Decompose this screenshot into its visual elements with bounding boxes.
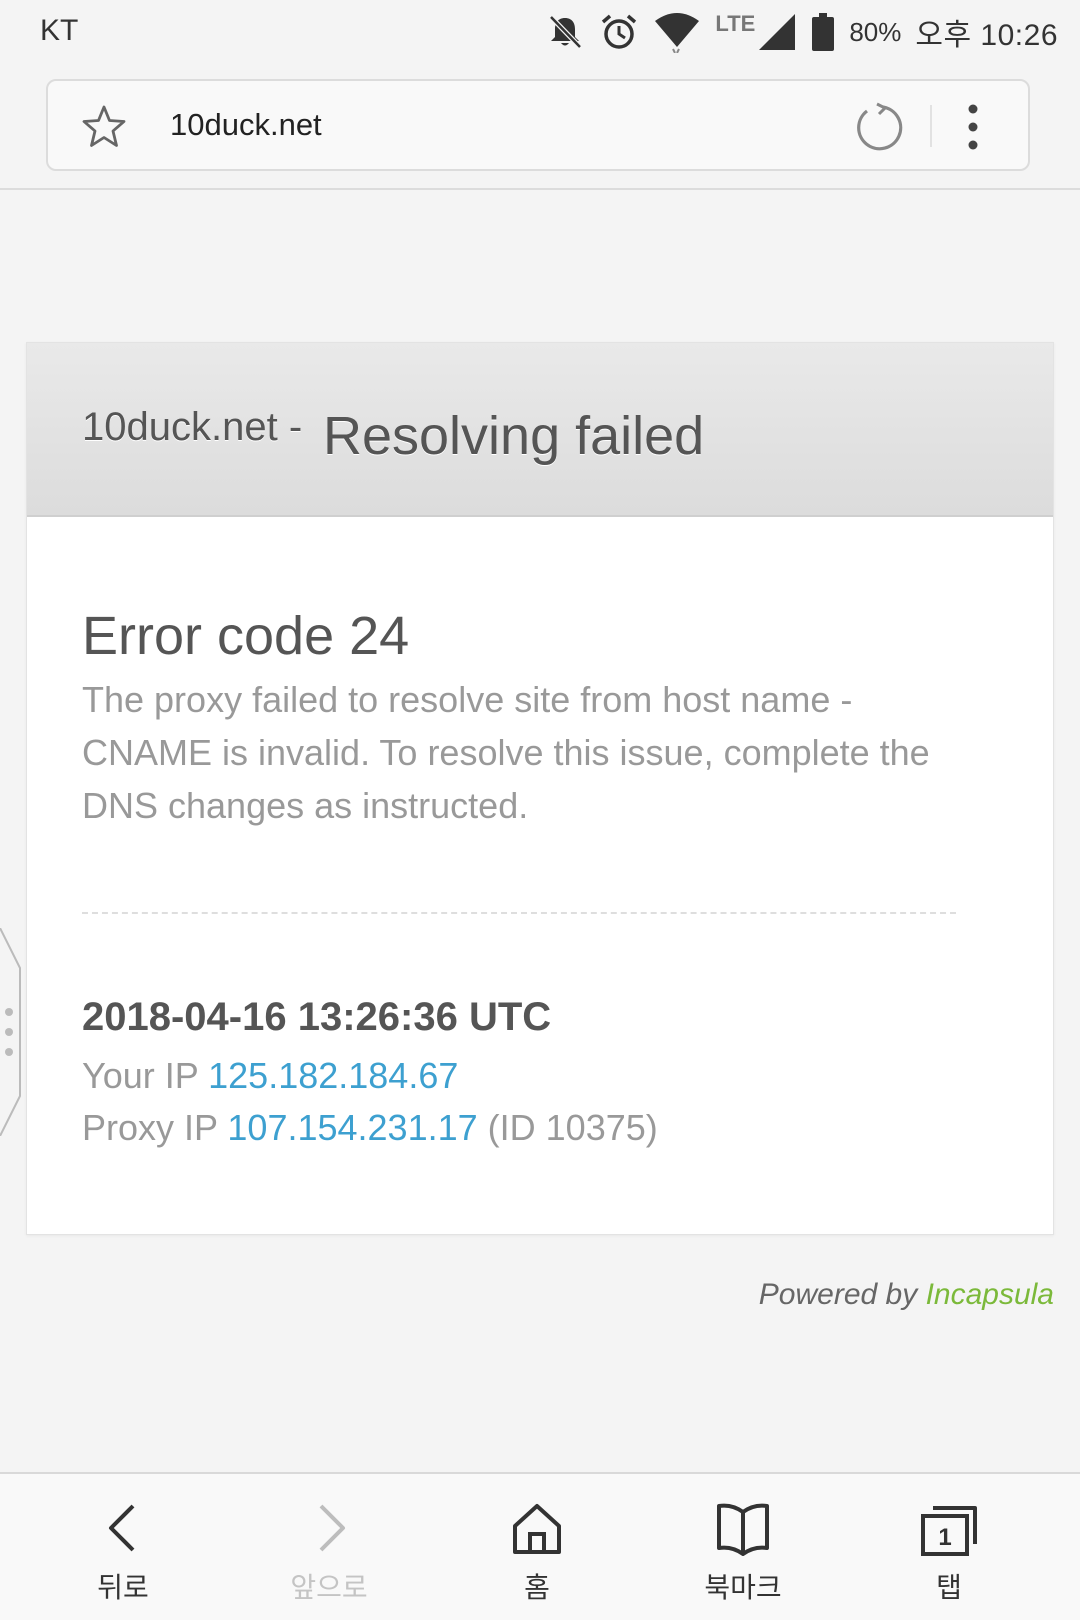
edge-panel-handle[interactable] (0, 927, 24, 1137)
network-type: LTE (715, 11, 756, 36)
page-title: Resolving failed (323, 406, 705, 466)
powered-by: Powered by Incapsula (759, 1278, 1054, 1312)
bookmarks-label: 북마크 (704, 1572, 782, 1603)
incapsula-link[interactable]: Incapsula (926, 1278, 1054, 1311)
forward-label: 앞으로 (290, 1572, 368, 1603)
error-description: The proxy failed to resolve site from ho… (82, 679, 930, 826)
powered-by-prefix: Powered by (758, 1278, 918, 1311)
battery-percent: 80% (849, 16, 902, 47)
your-ip-label: Your IP (82, 1055, 199, 1096)
book-icon (713, 1498, 773, 1558)
bell-muted-icon (545, 12, 585, 52)
proxy-id: (ID 10375) (487, 1107, 658, 1148)
home-button[interactable]: 홈 (434, 1474, 640, 1620)
home-icon (507, 1498, 567, 1558)
chevron-left-icon (93, 1498, 153, 1558)
bottom-navigation: 뒤로 앞으로 홈 북마크 1 탭 (0, 1472, 1080, 1620)
proxy-ip-label: Proxy IP (82, 1107, 218, 1148)
chevron-right-icon (299, 1498, 359, 1558)
status-bar: KT LTE 80% 오후 10:26 (0, 0, 1080, 64)
back-button[interactable]: 뒤로 (20, 1474, 226, 1620)
tabs-icon: 1 (919, 1498, 979, 1558)
tab-count: 1 (938, 1524, 951, 1551)
proxy-ip-link[interactable]: 107.154.231.17 (227, 1107, 477, 1148)
divider (82, 912, 956, 914)
toolbar-divider (930, 105, 932, 147)
more-vert-icon[interactable] (953, 101, 993, 153)
your-ip-line: Your IP 125.182.184.67 (82, 1055, 458, 1097)
header-site-name: 10duck.net - (82, 405, 303, 449)
reload-icon[interactable] (853, 102, 903, 152)
address-bar[interactable]: 10duck.net (46, 79, 1030, 171)
status-icons: LTE 80% 오후 10:26 (545, 8, 1058, 56)
wifi-icon (653, 11, 701, 53)
battery-icon (811, 12, 835, 52)
forward-button[interactable]: 앞으로 (226, 1474, 432, 1620)
your-ip-link[interactable]: 125.182.184.67 (208, 1055, 458, 1096)
proxy-ip-line: Proxy IP 107.154.231.17 (ID 10375) (82, 1107, 658, 1149)
url-text[interactable]: 10duck.net (170, 107, 322, 143)
clock: 오후 10:26 (915, 19, 1058, 52)
error-header: 10duck.net - Resolving failed (27, 343, 1053, 517)
alarm-icon (599, 12, 639, 52)
error-code: Error code 24 (82, 606, 410, 666)
carrier-name: KT (40, 14, 79, 47)
browser-toolbar: 10duck.net (0, 64, 1080, 190)
error-card: 10duck.net - Resolving failed Error code… (26, 342, 1054, 1235)
tabs-button[interactable]: 1 탭 (846, 1474, 1052, 1620)
bookmarks-button[interactable]: 북마크 (640, 1474, 846, 1620)
signal-icon (757, 12, 797, 52)
tabs-label: 탭 (936, 1572, 962, 1603)
star-icon[interactable] (80, 103, 128, 151)
error-timestamp: 2018-04-16 13:26:36 UTC (82, 995, 552, 1039)
back-label: 뒤로 (97, 1572, 149, 1603)
home-label: 홈 (524, 1572, 550, 1603)
